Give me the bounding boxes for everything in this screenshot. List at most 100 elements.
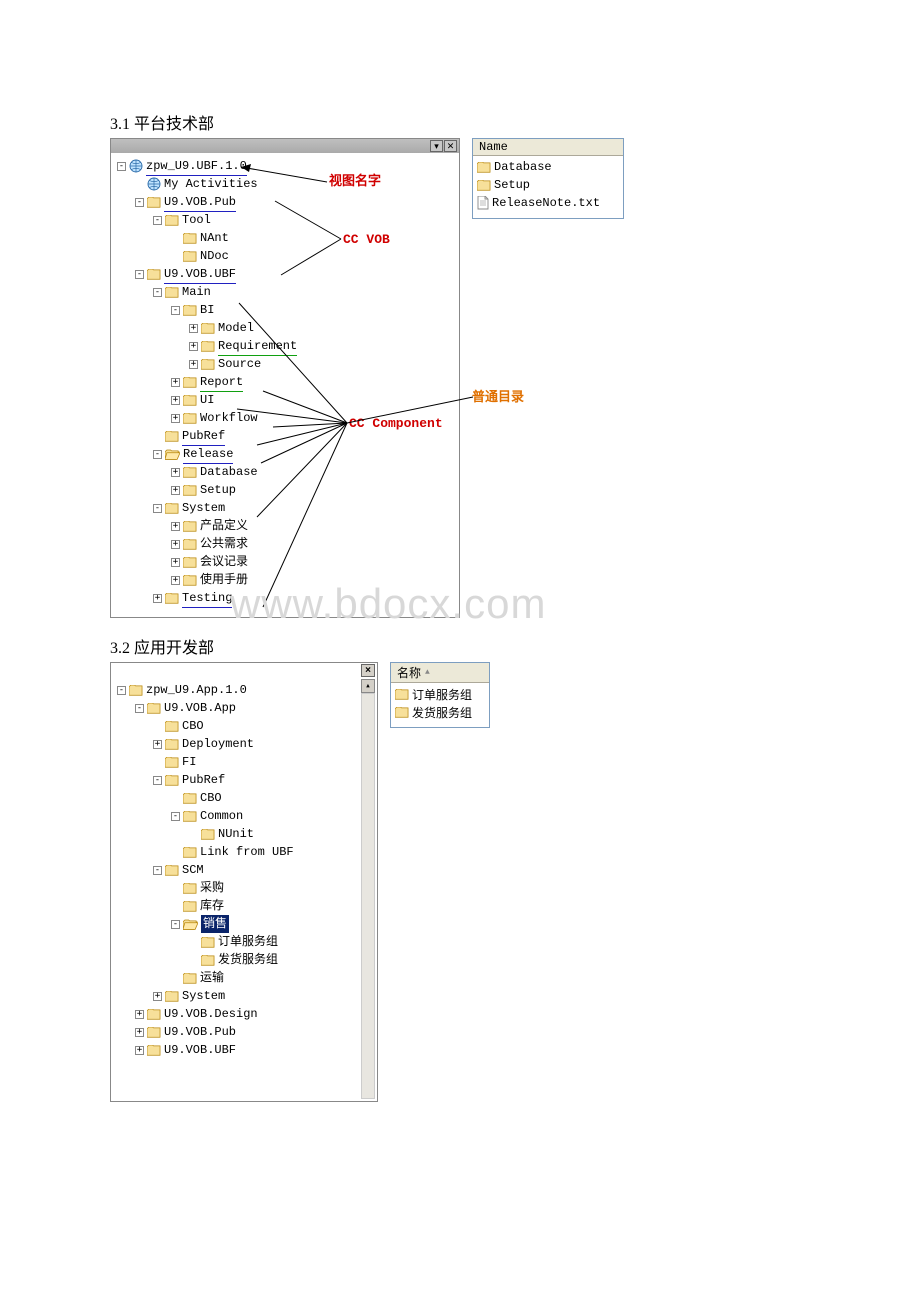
expander-icon[interactable]: - (171, 812, 180, 821)
tree-body-2[interactable]: -zpw_U9.App.1.0-U9.VOB.AppCBO+Deployment… (111, 663, 377, 1063)
expander-icon[interactable]: + (171, 378, 180, 387)
tree-node[interactable]: 运输 (117, 969, 375, 987)
expander-icon[interactable]: - (171, 306, 180, 315)
expander-icon[interactable]: + (153, 594, 162, 603)
tree-node[interactable]: +产品定义 (117, 517, 457, 535)
expander-icon[interactable]: + (171, 558, 180, 567)
tree-body-1[interactable]: -zpw_U9.UBF.1.0My Activities-U9.VOB.Pub-… (111, 153, 459, 611)
tree-node[interactable]: Link from UBF (117, 843, 375, 861)
tree-node[interactable]: -SCM (117, 861, 375, 879)
tree-node[interactable]: -Tool (117, 211, 457, 229)
tree-node[interactable]: +Deployment (117, 735, 375, 753)
list-item[interactable]: 发货服务组 (395, 703, 485, 721)
expander-icon[interactable]: + (135, 1010, 144, 1019)
tree-node[interactable]: +Requirement (117, 337, 457, 355)
expander-icon[interactable]: + (171, 486, 180, 495)
folder-icon (183, 557, 197, 568)
tree-node[interactable]: +Model (117, 319, 457, 337)
tree-node[interactable]: +U9.VOB.UBF (117, 1041, 375, 1059)
expander-icon[interactable]: - (135, 270, 144, 279)
folder-open-icon (183, 919, 198, 930)
expander-icon[interactable]: + (171, 468, 180, 477)
tree-node[interactable]: My Activities (117, 175, 457, 193)
tree-node[interactable]: +使用手册 (117, 571, 457, 589)
list-item[interactable]: Setup (477, 176, 619, 194)
tree-node[interactable]: +Source (117, 355, 457, 373)
dropdown-icon[interactable]: ▾ (430, 140, 443, 152)
tree-node[interactable]: +U9.VOB.Design (117, 1005, 375, 1023)
tree-node[interactable]: NUnit (117, 825, 375, 843)
expander-icon[interactable]: + (135, 1046, 144, 1055)
tree-node[interactable]: -PubRef (117, 771, 375, 789)
tree-node[interactable]: NAnt (117, 229, 457, 247)
close-icon[interactable]: ✕ (444, 140, 457, 152)
tree-node[interactable]: 采购 (117, 879, 375, 897)
tree-node[interactable]: +会议记录 (117, 553, 457, 571)
tree-node[interactable]: -U9.VOB.Pub (117, 193, 457, 211)
tree-node[interactable]: +Setup (117, 481, 457, 499)
tree-node[interactable]: -销售 (117, 915, 375, 933)
tree-node[interactable]: -zpw_U9.App.1.0 (117, 681, 375, 699)
expander-icon[interactable]: + (171, 576, 180, 585)
tree-node-label: 订单服务组 (218, 933, 278, 951)
expander-icon[interactable]: + (135, 1028, 144, 1037)
expander-icon[interactable]: - (153, 288, 162, 297)
tree-node[interactable]: 订单服务组 (117, 933, 375, 951)
expander-icon[interactable]: + (153, 992, 162, 1001)
expander-icon[interactable]: + (189, 324, 198, 333)
list-body-2[interactable]: 订单服务组发货服务组 (391, 683, 489, 727)
expander-icon[interactable]: + (189, 342, 198, 351)
tree-node[interactable]: CBO (117, 717, 375, 735)
tree-node[interactable]: +Report (117, 373, 457, 391)
tree-node[interactable]: +System (117, 987, 375, 1005)
folder-icon (183, 575, 197, 586)
folder-icon (165, 215, 179, 226)
expander-icon[interactable]: - (171, 920, 180, 929)
tree-node[interactable]: 发货服务组 (117, 951, 375, 969)
tree-node[interactable]: CBO (117, 789, 375, 807)
tree-node[interactable]: -U9.VOB.UBF (117, 265, 457, 283)
expander-icon[interactable]: - (117, 686, 126, 695)
folder-icon (183, 847, 197, 858)
tree-node[interactable]: 库存 (117, 897, 375, 915)
tree-node[interactable]: -Release (117, 445, 457, 463)
tree-node[interactable]: NDoc (117, 247, 457, 265)
expander-icon[interactable]: - (135, 198, 144, 207)
column-header-name-2[interactable]: 名称 ▲ (391, 663, 489, 683)
expander-icon[interactable]: - (117, 162, 126, 171)
tree-node-label: NDoc (200, 247, 229, 265)
expander-icon[interactable]: + (171, 396, 180, 405)
tree-node[interactable]: -System (117, 499, 457, 517)
expander-icon[interactable]: - (153, 866, 162, 875)
tree-node[interactable]: +公共需求 (117, 535, 457, 553)
list-body-1[interactable]: DatabaseSetupReleaseNote.txt (473, 156, 623, 218)
expander-icon[interactable]: - (153, 216, 162, 225)
folder-icon (165, 757, 179, 768)
tree-node[interactable]: +UI (117, 391, 457, 409)
expander-icon[interactable]: + (153, 740, 162, 749)
tree-node[interactable]: -Common (117, 807, 375, 825)
expander-icon[interactable]: + (171, 414, 180, 423)
expander-icon[interactable]: + (171, 522, 180, 531)
tree-node[interactable]: +Testing (117, 589, 457, 607)
folder-icon (165, 503, 179, 514)
tree-node[interactable]: -U9.VOB.App (117, 699, 375, 717)
tree-node[interactable]: FI (117, 753, 375, 771)
expander-icon[interactable]: - (153, 450, 162, 459)
expander-icon[interactable]: - (135, 704, 144, 713)
tree-node[interactable]: +U9.VOB.Pub (117, 1023, 375, 1041)
expander-icon[interactable]: - (153, 504, 162, 513)
tree-node[interactable]: -Main (117, 283, 457, 301)
list-item[interactable]: ReleaseNote.txt (477, 194, 619, 212)
folder-icon (395, 707, 409, 718)
list-item[interactable]: Database (477, 158, 619, 176)
list-panel-2: 名称 ▲ 订单服务组发货服务组 (390, 662, 490, 728)
expander-icon[interactable]: + (171, 540, 180, 549)
tree-node[interactable]: -zpw_U9.UBF.1.0 (117, 157, 457, 175)
column-header-name[interactable]: Name (473, 139, 623, 156)
list-item[interactable]: 订单服务组 (395, 685, 485, 703)
expander-icon[interactable]: + (189, 360, 198, 369)
tree-node[interactable]: -BI (117, 301, 457, 319)
tree-node[interactable]: +Database (117, 463, 457, 481)
expander-icon[interactable]: - (153, 776, 162, 785)
